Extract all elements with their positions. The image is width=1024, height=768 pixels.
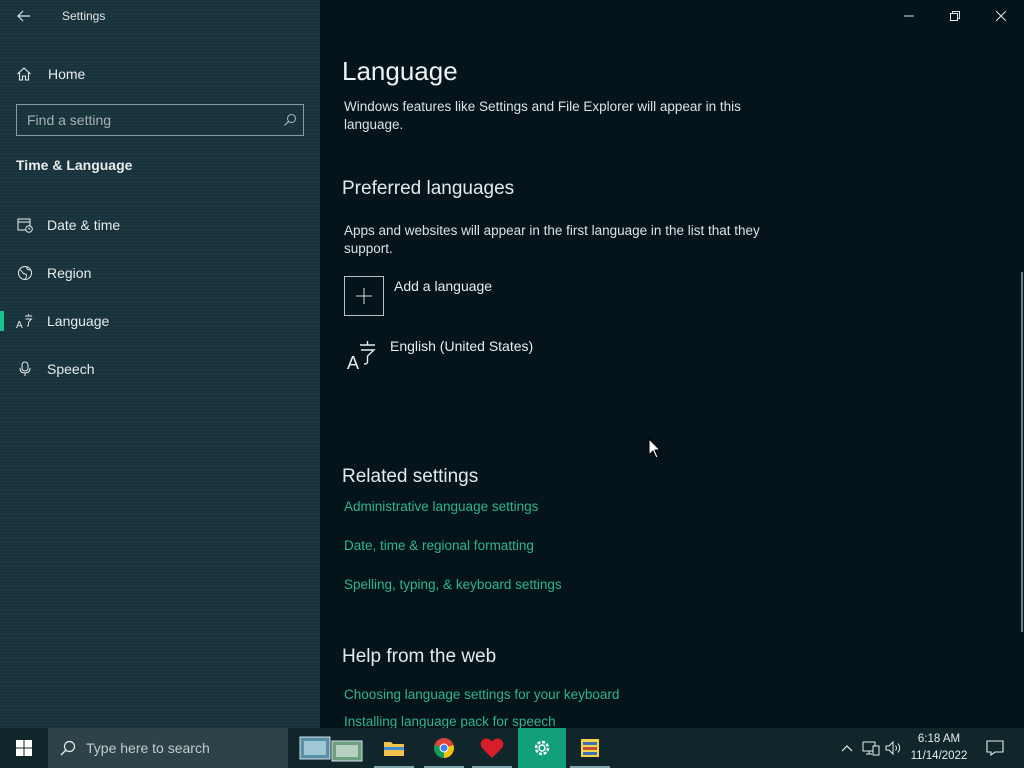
- home-icon: [17, 67, 31, 81]
- sidebar-item-label: Language: [47, 313, 110, 329]
- section-title: Time & Language: [16, 157, 133, 173]
- search-icon[interactable]: [277, 105, 303, 135]
- speech-language-pack-link[interactable]: Installing language pack for speech: [344, 714, 556, 729]
- restore-icon: [950, 11, 960, 21]
- help-from-web-heading: Help from the web: [342, 646, 497, 667]
- taskbar-app-chrome[interactable]: [420, 728, 468, 768]
- main-content: Language Windows features like Settings …: [320, 0, 1024, 729]
- find-setting-search[interactable]: [16, 104, 304, 136]
- scrollbar-thumb[interactable]: [1021, 272, 1023, 632]
- network-tray-button[interactable]: [860, 728, 882, 768]
- network-icon: [862, 741, 880, 756]
- clock-date: 11/14/2022: [910, 750, 968, 762]
- volume-tray-button[interactable]: [883, 728, 905, 768]
- minimize-button[interactable]: [886, 0, 932, 32]
- add-language-label: Add a language: [394, 278, 493, 294]
- preferred-languages-heading: Preferred languages: [342, 178, 515, 199]
- close-button[interactable]: [978, 0, 1024, 32]
- notepad-icon: [581, 739, 599, 757]
- sidebar-item-home[interactable]: Home: [16, 62, 85, 86]
- language-list-item[interactable]: A English (United States): [344, 336, 533, 376]
- folder-icon: [384, 742, 404, 756]
- action-center-button[interactable]: [978, 728, 1012, 768]
- settings-window: Settings Home Time & Language: [0, 0, 1024, 729]
- close-icon: [996, 11, 1006, 21]
- taskbar-app-notepad[interactable]: [566, 728, 614, 768]
- taskbar-search-box[interactable]: Type here to search: [48, 728, 288, 768]
- sidebar: Settings Home Time & Language: [0, 0, 320, 728]
- sidebar-item-label: Region: [47, 265, 92, 281]
- language-icon: A: [344, 336, 380, 376]
- notification-icon: [986, 740, 1004, 756]
- spelling-typing-keyboard-link[interactable]: Spelling, typing, & keyboard settings: [344, 577, 562, 592]
- microphone-icon: [16, 360, 34, 378]
- sidebar-item-label: Date & time: [47, 217, 121, 233]
- taskbar-app-heart[interactable]: [468, 728, 516, 768]
- minimize-icon: [904, 15, 914, 17]
- sidebar-item-language[interactable]: A Language: [0, 301, 320, 341]
- svg-text:A: A: [16, 320, 23, 329]
- keyboard-language-help-link[interactable]: Choosing language settings for your keyb…: [344, 687, 619, 702]
- search-icon: [60, 740, 76, 756]
- restore-button[interactable]: [932, 0, 978, 32]
- admin-language-settings-link[interactable]: Administrative language settings: [344, 499, 538, 514]
- taskbar-app-settings[interactable]: [518, 728, 566, 768]
- chevron-up-icon: [841, 745, 853, 752]
- date-time-icon: [16, 216, 34, 234]
- taskbar-app-task-view[interactable]: [292, 728, 368, 768]
- language-name: English (United States): [390, 338, 534, 354]
- heart-icon: [480, 738, 504, 758]
- start-button[interactable]: [0, 728, 48, 768]
- taskbar-clock[interactable]: 6:18 AM 11/14/2022: [906, 731, 972, 765]
- svg-text:A: A: [347, 353, 359, 373]
- back-button[interactable]: [12, 4, 36, 28]
- taskbar: Type here to search 6:18 AM 11/14/2022: [0, 728, 1024, 768]
- preferred-languages-description: Apps and websites will appear in the fir…: [344, 223, 760, 256]
- windows-logo-icon: [16, 740, 32, 756]
- mouse-pointer-icon: [648, 438, 662, 459]
- app-title: Settings: [62, 9, 106, 23]
- sidebar-item-label: Speech: [47, 361, 95, 377]
- sidebar-item-speech[interactable]: Speech: [0, 349, 320, 389]
- sidebar-item-date-time[interactable]: Date & time: [0, 205, 320, 245]
- globe-icon: [16, 264, 34, 282]
- add-language-button[interactable]: Add a language: [344, 276, 492, 316]
- related-settings-heading: Related settings: [342, 466, 479, 487]
- task-view-icon: [299, 736, 363, 762]
- find-setting-input[interactable]: [27, 112, 277, 128]
- plus-icon: [344, 276, 384, 316]
- gear-icon: [534, 740, 550, 756]
- taskbar-app-file-explorer[interactable]: [370, 728, 418, 768]
- sidebar-item-region[interactable]: Region: [0, 253, 320, 293]
- date-time-regional-link[interactable]: Date, time & regional formatting: [344, 538, 534, 553]
- language-icon: A: [16, 312, 34, 330]
- chrome-icon: [434, 738, 454, 758]
- back-arrow-icon: [17, 10, 30, 22]
- show-hidden-icons-button[interactable]: [836, 728, 858, 768]
- taskbar-search-placeholder: Type here to search: [86, 740, 210, 756]
- speaker-icon: [885, 741, 901, 755]
- page-title: Language: [342, 56, 458, 86]
- language-intro: Windows features like Settings and File …: [344, 99, 741, 132]
- clock-time: 6:18 AM: [917, 733, 961, 745]
- home-label: Home: [48, 66, 86, 82]
